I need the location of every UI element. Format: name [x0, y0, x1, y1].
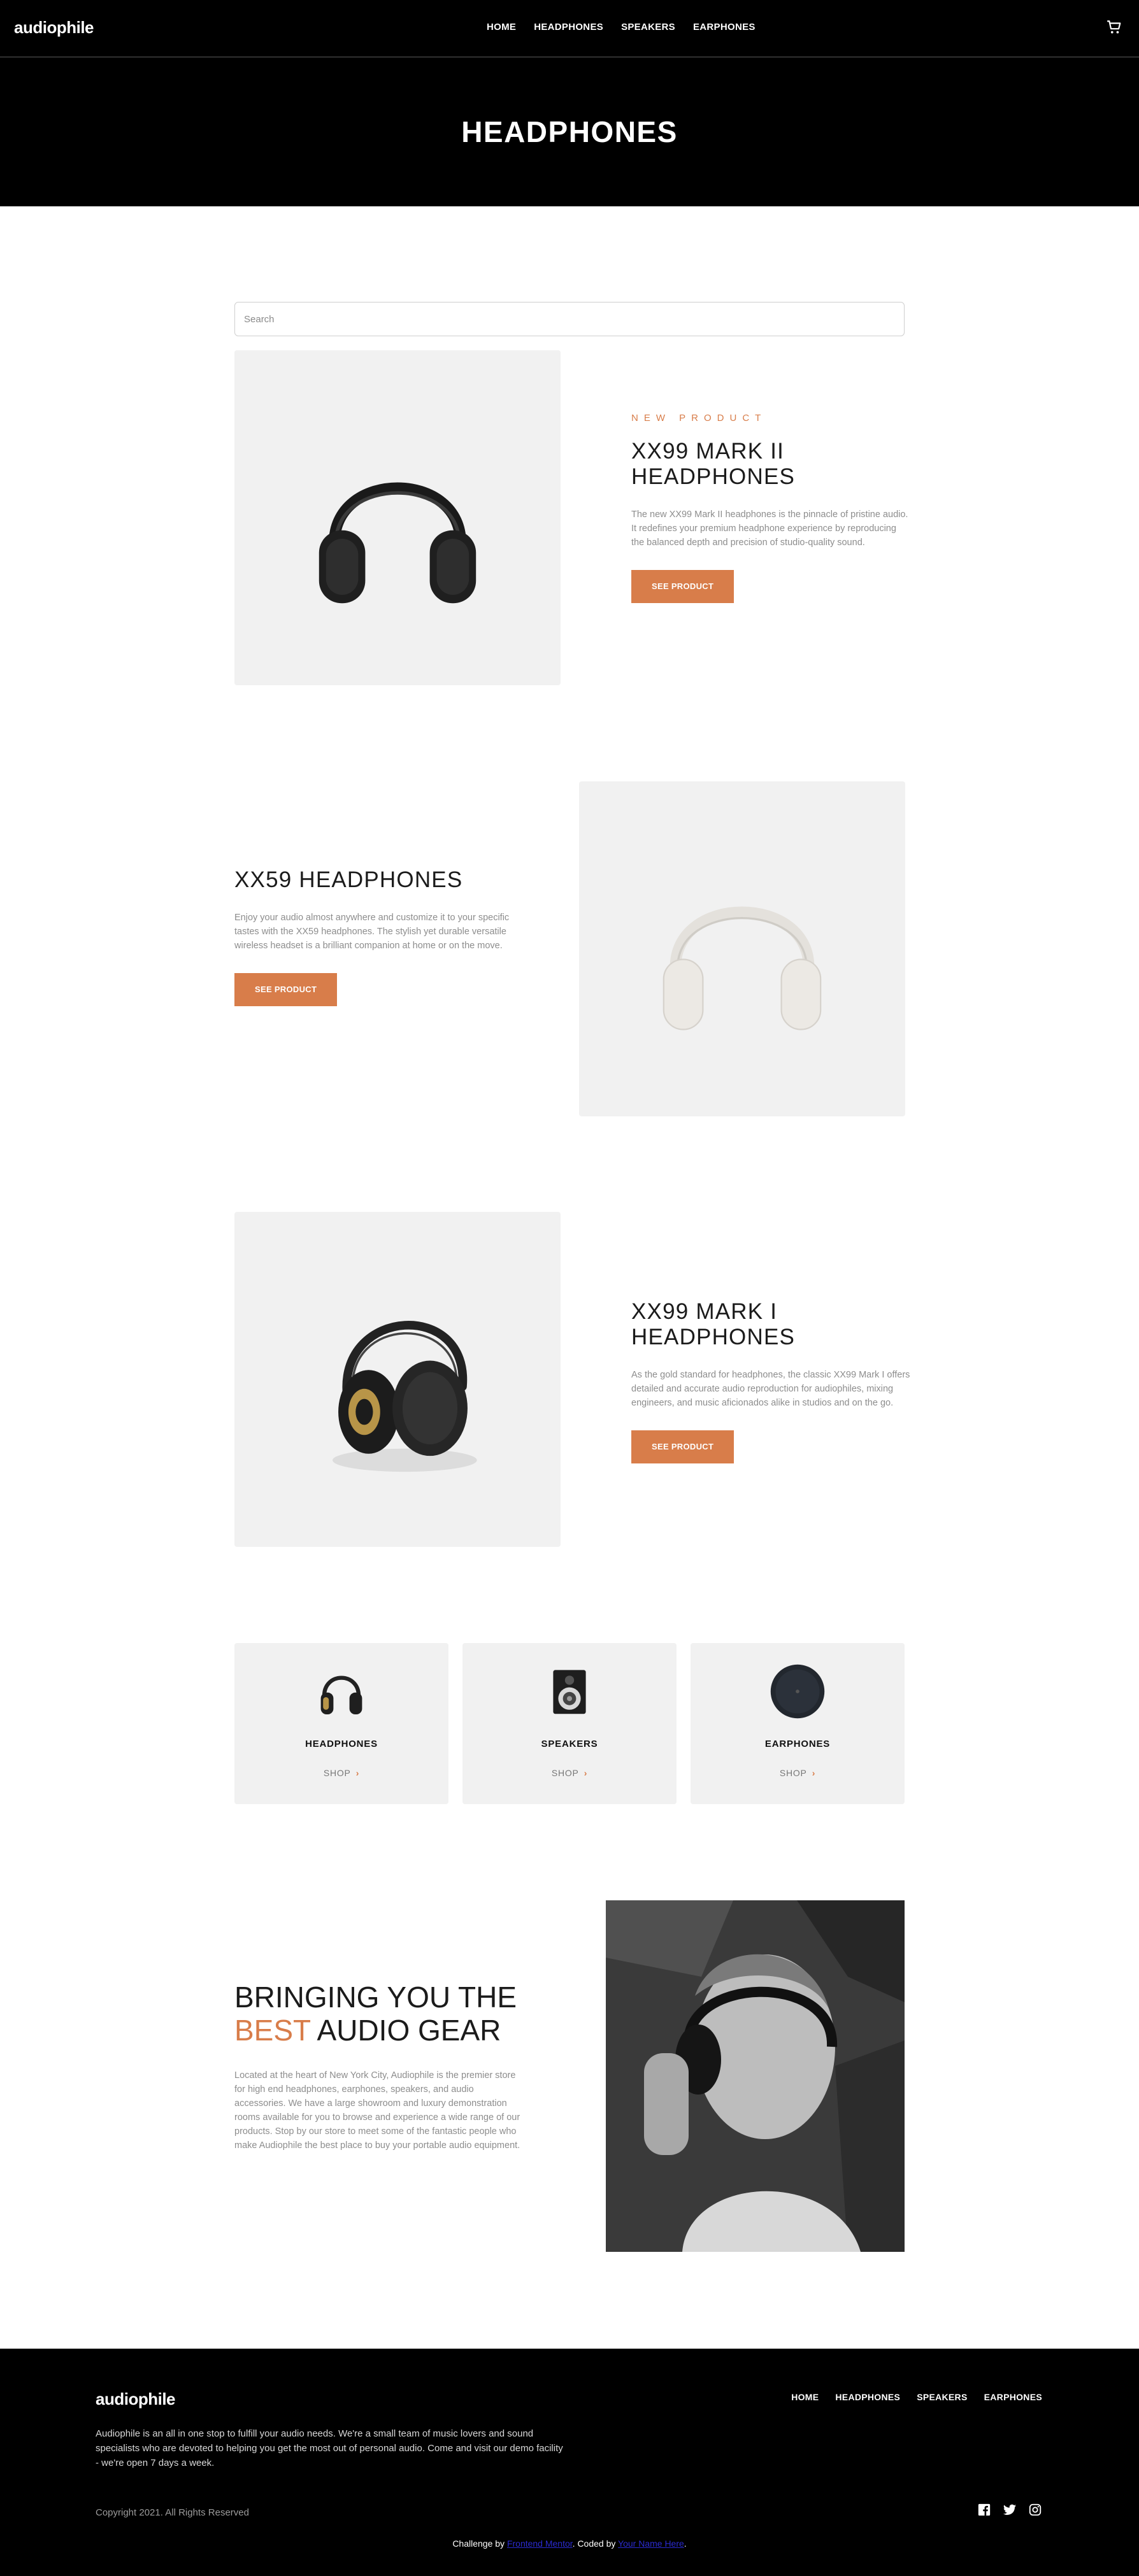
chevron-right-icon: › — [584, 1768, 588, 1778]
chevron-right-icon: › — [355, 1768, 360, 1778]
category-title: HEADPHONES — [305, 1739, 378, 1749]
product-description: As the gold standard for headphones, the… — [631, 1370, 910, 1408]
facebook-icon[interactable] — [977, 2503, 991, 2517]
shop-label: SHOP — [779, 1768, 807, 1778]
credits: Challenge by Frontend Mentor. Coded by Y… — [0, 2538, 1139, 2549]
shop-label: SHOP — [551, 1768, 579, 1778]
credit-suffix: . — [684, 2538, 687, 2549]
see-product-button[interactable]: SEE PRODUCT — [631, 1430, 734, 1463]
see-product-button[interactable]: SEE PRODUCT — [631, 570, 734, 603]
category-card-earphones[interactable]: EARPHONES SHOP › — [691, 1643, 905, 1804]
product-info-xx99-mark-i: XX99 MARK I HEADPHONES As the gold stand… — [631, 1299, 912, 1463]
about-heading-rest: AUDIO GEAR — [310, 2014, 501, 2047]
product-name: XX99 MARK I HEADPHONES — [631, 1299, 796, 1349]
chevron-right-icon: › — [812, 1768, 816, 1778]
portrait-illustration — [606, 1900, 905, 2252]
category-title: SPEAKERS — [541, 1739, 598, 1749]
shop-link[interactable]: SHOP › — [234, 1768, 448, 1778]
shop-link[interactable]: SHOP › — [462, 1768, 677, 1778]
nav-home[interactable]: HOME — [487, 22, 516, 32]
nav-speakers[interactable]: SPEAKERS — [621, 22, 675, 32]
credit-middle: . Coded by — [572, 2538, 619, 2549]
author-link[interactable]: Your Name Here — [618, 2538, 684, 2549]
product-description: Enjoy your audio almost anywhere and cus… — [234, 913, 510, 951]
cart-icon[interactable] — [1106, 19, 1122, 36]
product-image-xx59 — [579, 781, 905, 1116]
cart-icon-graphic — [1107, 20, 1121, 34]
footer-nav-speakers[interactable]: SPEAKERS — [917, 2392, 967, 2402]
nav-headphones[interactable]: HEADPHONES — [534, 22, 603, 32]
footer-nav: HOME HEADPHONES SPEAKERS EARPHONES — [791, 2392, 1042, 2402]
man-with-headphones-photo — [606, 1900, 905, 2252]
speaker-icon — [553, 1670, 586, 1714]
footer-nav-home[interactable]: HOME — [791, 2392, 819, 2402]
nav-earphones[interactable]: EARPHONES — [693, 22, 756, 32]
product-info-xx99-mark-ii: NEW PRODUCT XX99 MARK II HEADPHONES The … — [631, 413, 912, 603]
earphones-case-icon — [770, 1664, 825, 1719]
site-footer: audiophile HOME HEADPHONES SPEAKERS EARP… — [0, 2349, 1139, 2576]
product-image-xx99-mark-ii — [234, 350, 561, 685]
about-heading-accent: BEST — [234, 2014, 311, 2047]
social-links — [977, 2503, 1042, 2517]
instagram-icon[interactable] — [1028, 2503, 1042, 2517]
headphones-icon — [320, 1676, 362, 1714]
speakers-thumbnail — [538, 1660, 601, 1723]
search-input[interactable] — [234, 302, 905, 336]
product-info-xx59: XX59 HEADPHONES Enjoy your audio almost … — [234, 867, 515, 1006]
credit-prefix: Challenge by — [452, 2538, 507, 2549]
product-name: XX59 HEADPHONES — [234, 867, 463, 892]
new-product-label: NEW PRODUCT — [631, 413, 767, 423]
about-text: Located at the heart of New York City, A… — [234, 2070, 520, 2151]
product-name: XX99 MARK II HEADPHONES — [631, 439, 796, 489]
headphones-black-illustration — [319, 482, 476, 604]
twitter-icon-graphic — [1003, 2504, 1017, 2516]
shop-link[interactable]: SHOP › — [691, 1768, 905, 1778]
copyright: Copyright 2021. All Rights Reserved — [96, 2507, 249, 2518]
about-heading-line1: BRINGING YOU THE — [234, 1981, 517, 2014]
about-heading: BRINGING YOU THE BEST AUDIO GEAR — [234, 1981, 553, 2047]
category-card-headphones[interactable]: HEADPHONES SHOP › — [234, 1643, 448, 1804]
frontend-mentor-link[interactable]: Frontend Mentor — [507, 2538, 573, 2549]
site-header: audiophile HOME HEADPHONES SPEAKERS EARP… — [0, 0, 1139, 206]
shop-label: SHOP — [323, 1768, 351, 1778]
earphones-thumbnail — [766, 1660, 829, 1723]
page-title: HEADPHONES — [461, 115, 678, 148]
footer-nav-headphones[interactable]: HEADPHONES — [835, 2392, 900, 2402]
main-nav: HOME HEADPHONES SPEAKERS EARPHONES — [487, 22, 756, 32]
twitter-icon[interactable] — [1003, 2503, 1017, 2517]
see-product-button[interactable]: SEE PRODUCT — [234, 973, 338, 1006]
instagram-icon-graphic — [1029, 2503, 1042, 2516]
facebook-icon-graphic — [978, 2503, 991, 2516]
product-image-xx99-mark-i — [234, 1212, 561, 1547]
headphones-black-gold-illustration — [333, 1321, 477, 1472]
category-card-speakers[interactable]: SPEAKERS SHOP › — [462, 1643, 677, 1804]
headphones-white-illustration — [663, 906, 822, 1030]
category-title: EARPHONES — [764, 1739, 831, 1749]
logo[interactable]: audiophile — [14, 18, 94, 38]
product-description: The new XX99 Mark II headphones is the p… — [631, 509, 908, 548]
headphones-thumbnail — [310, 1660, 373, 1723]
footer-description: Audiophile is an all in one stop to fulf… — [96, 2428, 563, 2468]
footer-logo[interactable]: audiophile — [96, 2389, 176, 2409]
footer-nav-earphones[interactable]: EARPHONES — [984, 2392, 1042, 2402]
